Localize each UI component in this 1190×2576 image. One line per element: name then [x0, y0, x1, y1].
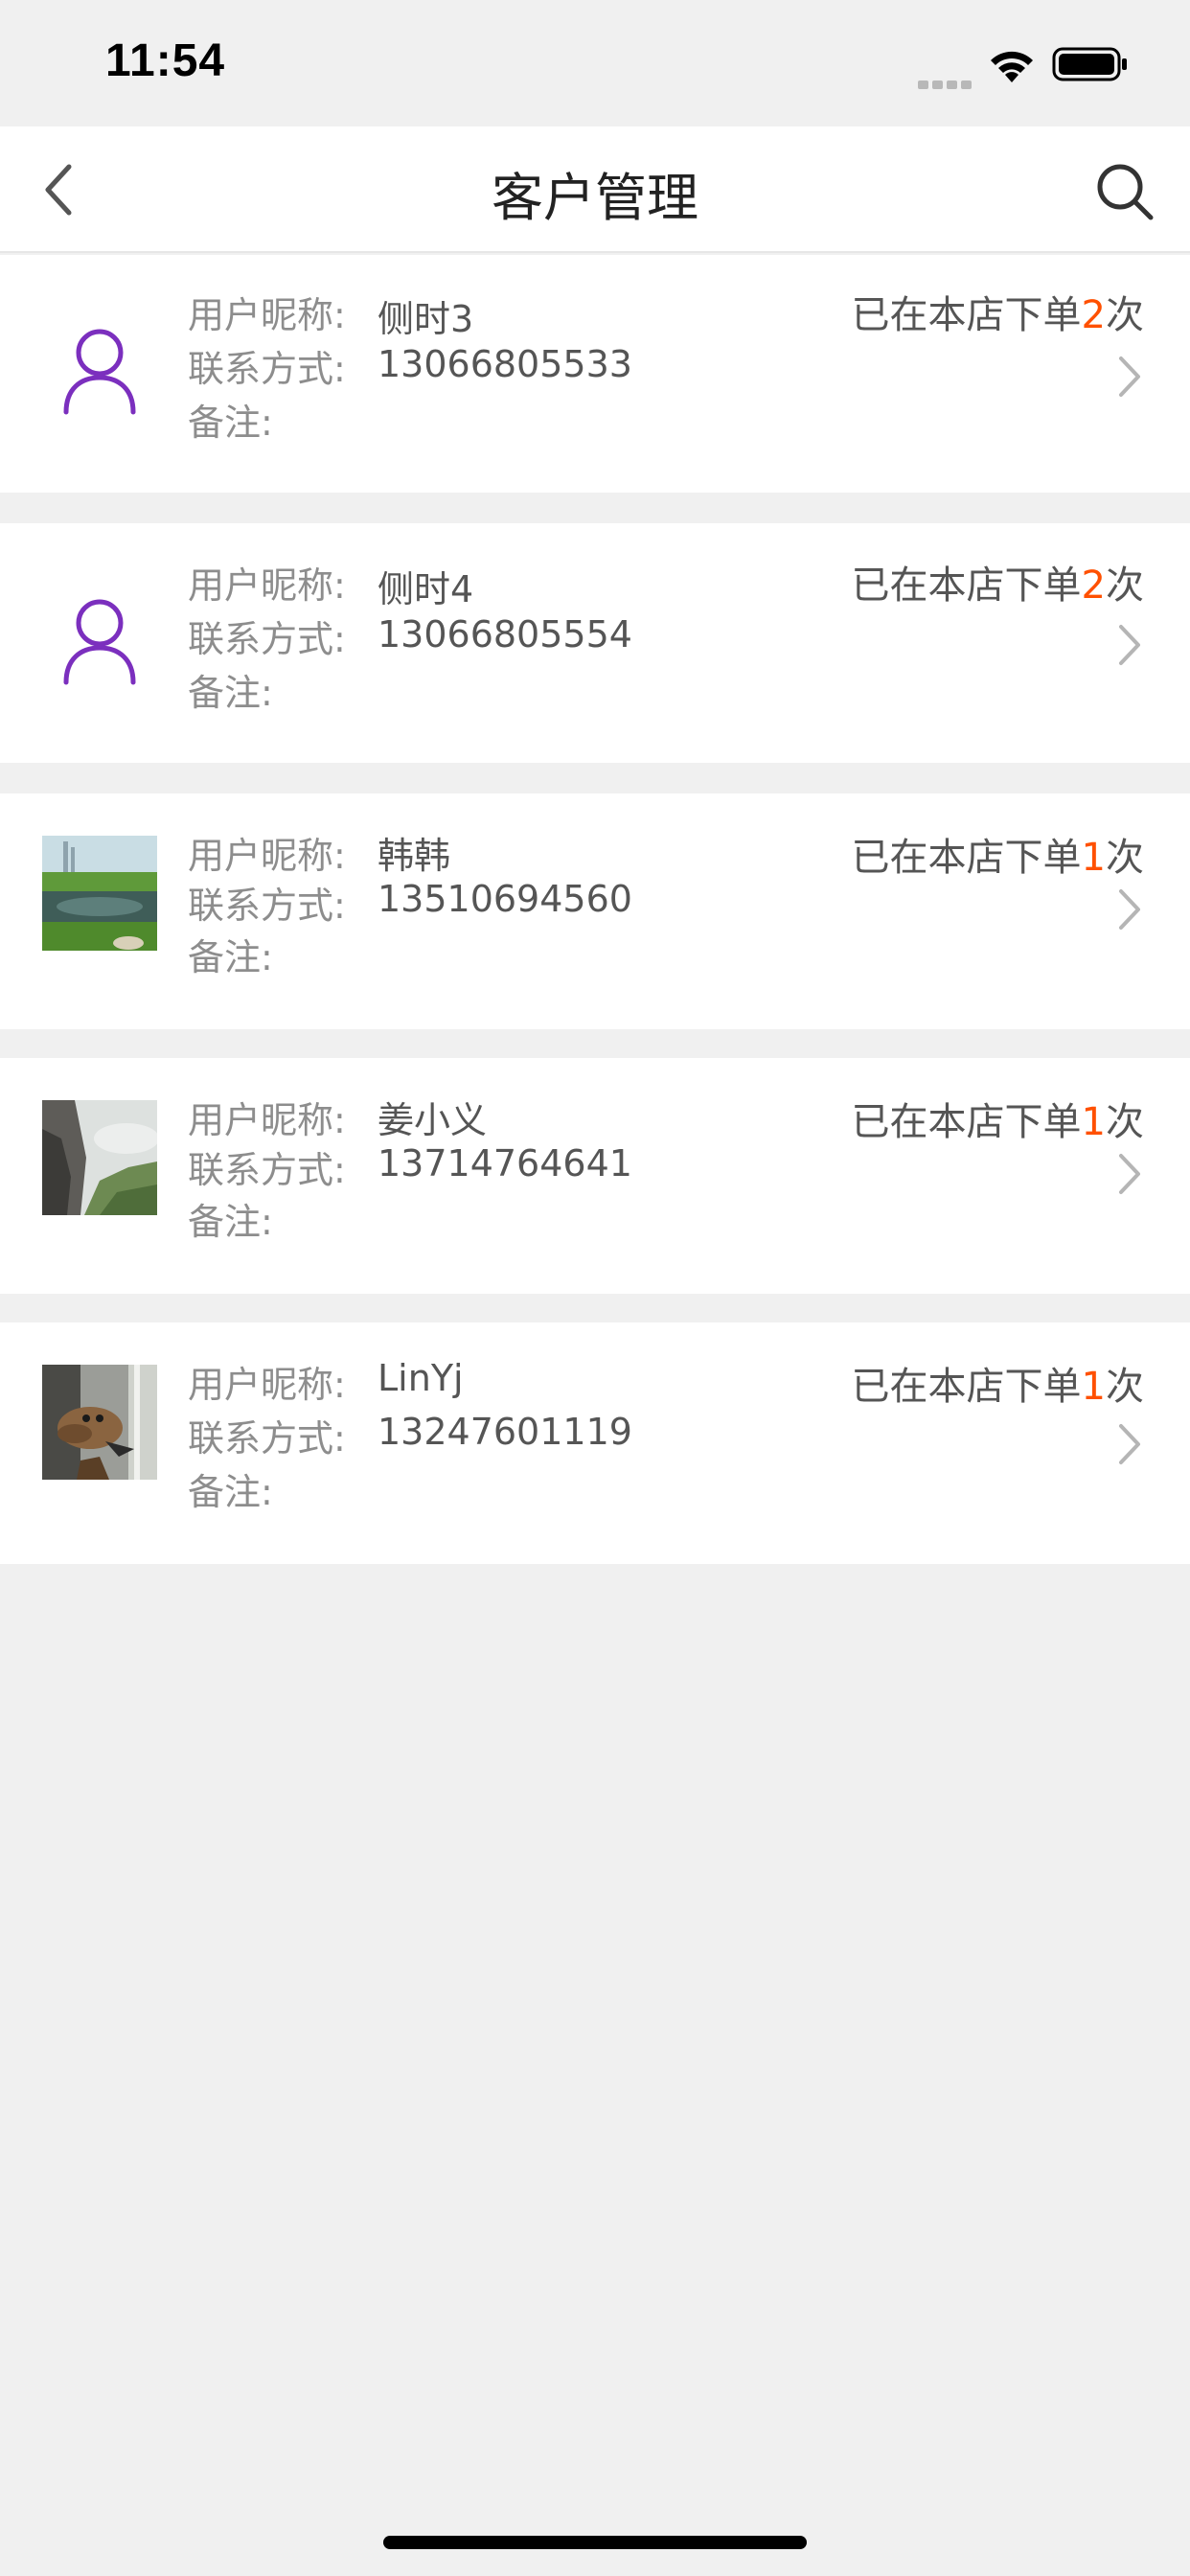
contact-label: 联系方式: — [188, 1149, 346, 1191]
chevron-right-icon[interactable] — [1117, 623, 1142, 667]
customer-card[interactable]: 用户昵称: 侧时3 联系方式: 13066805533 备注: 已在本店下单2次 — [0, 255, 1190, 493]
order-count: 1 — [1081, 1365, 1106, 1409]
order-count-text: 已在本店下单2次 — [851, 564, 1144, 608]
phone-value: 13066805533 — [378, 343, 632, 385]
default-user-icon — [42, 583, 157, 698]
phone-value: 13247601119 — [378, 1411, 632, 1453]
order-count: 1 — [1081, 1100, 1106, 1144]
phone-value: 13510694560 — [378, 878, 632, 920]
wifi-icon — [991, 51, 1033, 82]
nickname-label: 用户昵称: — [188, 564, 346, 607]
contact-label: 联系方式: — [188, 885, 346, 927]
customer-card[interactable]: 用户昵称: LinYj 联系方式: 13247601119 备注: 已在本店下单… — [0, 1322, 1190, 1564]
order-count: 1 — [1081, 836, 1106, 880]
contact-label: 联系方式: — [188, 348, 346, 390]
order-count-text: 已在本店下单1次 — [851, 836, 1144, 880]
nickname-value: LinYj — [378, 1357, 464, 1399]
nickname-value: 韩韩 — [378, 835, 451, 877]
nickname-label: 用户昵称: — [188, 1099, 346, 1141]
nickname-label: 用户昵称: — [188, 294, 346, 336]
customer-card[interactable]: 用户昵称: 侧时4 联系方式: 13066805554 备注: 已在本店下单2次 — [0, 523, 1190, 763]
avatar-photo-camel-toy — [42, 1365, 157, 1480]
order-count-text: 已在本店下单1次 — [851, 1100, 1144, 1144]
chevron-right-icon[interactable] — [1117, 887, 1142, 932]
chevron-right-icon[interactable] — [1117, 1152, 1142, 1196]
chevron-right-icon[interactable] — [1117, 1422, 1142, 1466]
avatar-photo-mountain — [42, 1100, 157, 1215]
customer-card[interactable]: 用户昵称: 韩韩 联系方式: 13510694560 备注: 已在本店下单1次 — [0, 794, 1190, 1029]
nickname-value: 姜小义 — [378, 1099, 488, 1141]
phone-value: 13066805554 — [378, 613, 632, 656]
customer-card[interactable]: 用户昵称: 姜小义 联系方式: 13714764641 备注: 已在本店下单1次 — [0, 1058, 1190, 1294]
cellular-signal-icon — [918, 71, 975, 89]
nickname-value: 侧时3 — [378, 298, 474, 340]
home-indicator[interactable] — [383, 2536, 807, 2549]
remark-label: 备注: — [188, 672, 273, 714]
contact-label: 联系方式: — [188, 1417, 346, 1460]
nav-bar: 客户管理 — [0, 126, 1190, 253]
order-count-text: 已在本店下单2次 — [851, 293, 1144, 337]
remark-label: 备注: — [188, 1201, 273, 1243]
chevron-right-icon[interactable] — [1117, 355, 1142, 399]
default-user-icon — [42, 312, 157, 427]
avatar-photo-lake — [42, 836, 157, 951]
phone-value: 13714764641 — [378, 1142, 632, 1184]
order-count: 2 — [1081, 293, 1106, 337]
remark-label: 备注: — [188, 1471, 273, 1513]
remark-label: 备注: — [188, 936, 273, 978]
order-count: 2 — [1081, 564, 1106, 608]
nickname-label: 用户昵称: — [188, 1364, 346, 1406]
remark-label: 备注: — [188, 402, 273, 444]
nickname-label: 用户昵称: — [188, 835, 346, 877]
nickname-value: 侧时4 — [378, 568, 474, 610]
status-bar: 11:54 — [0, 0, 1190, 126]
search-icon[interactable] — [1094, 161, 1156, 222]
order-count-text: 已在本店下单1次 — [851, 1365, 1144, 1409]
battery-icon — [1052, 47, 1127, 81]
status-time: 11:54 — [105, 35, 226, 86]
contact-label: 联系方式: — [188, 618, 346, 660]
page-title: 客户管理 — [492, 168, 698, 228]
